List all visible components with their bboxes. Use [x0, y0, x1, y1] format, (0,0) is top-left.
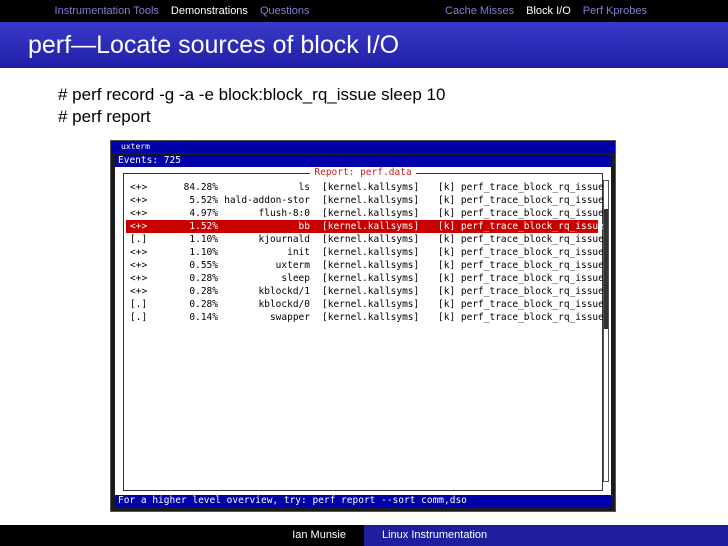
expand-toggle[interactable]: <+>: [130, 259, 147, 272]
overhead-percent: 1.10%: [189, 234, 218, 245]
report-title: Report: perf.data: [124, 167, 602, 179]
symbol-name: [k] perf_trace_block_rq_issue: [438, 208, 604, 219]
command-name: flush-8:0: [258, 208, 310, 219]
report-row[interactable]: <+> 4.97% flush-8:0 [kernel.kallsyms] [k] pe…: [126, 207, 604, 220]
symbol-name: [k] perf_trace_block_rq_issue: [438, 247, 604, 258]
shared-object: [kernel.kallsyms]: [322, 260, 420, 271]
shared-object: [kernel.kallsyms]: [322, 182, 420, 193]
shared-object: [kernel.kallsyms]: [322, 195, 420, 206]
expand-toggle[interactable]: <+>: [130, 272, 147, 285]
slide-title: perf—Locate sources of block I/O: [28, 31, 400, 59]
expand-toggle[interactable]: [.]: [130, 311, 147, 324]
overhead-percent: 0.55%: [189, 260, 218, 271]
expand-toggle[interactable]: <+>: [130, 246, 147, 259]
terminal-screen[interactable]: Events: 725 Report: perf.data <+> 84.28% l…: [115, 155, 611, 507]
expand-toggle[interactable]: <+>: [130, 220, 147, 233]
overhead-percent: 1.52%: [189, 221, 218, 232]
report-row-selected[interactable]: <+> 1.52% bb [kernel.kallsyms] [k] perf_trac…: [126, 220, 604, 233]
symbol-name: [k] perf_trace_block_rq_issue: [438, 260, 604, 271]
xterm-window-title: uxterm: [121, 142, 150, 151]
report-row[interactable]: <+> 84.28% ls [kernel.kallsyms] [k] perf_tra…: [126, 181, 604, 194]
shared-object: [kernel.kallsyms]: [322, 208, 420, 219]
report-row[interactable]: <+> 1.10% init [kernel.kallsyms] [k] perf_tr…: [126, 246, 604, 259]
report-row[interactable]: <+> 0.28% kblockd/1 [kernel.kallsyms] [k] pe…: [126, 285, 604, 298]
report-row[interactable]: <+> 5.52% hald-addon-stor [kernel.kallsyms]…: [126, 194, 604, 207]
report-row[interactable]: [.] 0.28% kblockd/0 [kernel.kallsyms] [k] pe…: [126, 298, 604, 311]
nav-subsection[interactable]: Cache Misses: [445, 5, 514, 17]
command-list: # perf record -g -a -e block:block_rq_is…: [58, 84, 445, 128]
symbol-name: [k] perf_trace_block_rq_issue: [438, 299, 604, 310]
command-line: # perf report: [58, 107, 151, 126]
expand-toggle[interactable]: [.]: [130, 233, 147, 246]
symbol-name: [k] perf_trace_block_rq_issue: [438, 286, 604, 297]
xterm-titlebar[interactable]: uxterm: [111, 141, 615, 153]
section-nav: Instrumentation Tools Demonstrations Que…: [0, 0, 364, 22]
subsection-nav: Cache Misses Block I/O Perf Kprobes: [364, 0, 728, 22]
report-row[interactable]: <+> 0.55% uxterm [kernel.kallsyms] [k] perf_…: [126, 259, 604, 272]
author-name: Ian Munsie: [292, 529, 346, 541]
shared-object: [kernel.kallsyms]: [322, 234, 420, 245]
command-name: kblockd/1: [258, 286, 310, 297]
expand-toggle[interactable]: <+>: [130, 207, 147, 220]
report-title-text: Report: perf.data: [310, 167, 416, 178]
overhead-percent: 0.28%: [189, 286, 218, 297]
symbol-name: [k] perf_trace_block_rq_issue: [438, 234, 604, 245]
footline-author-box: Ian Munsie: [0, 525, 364, 546]
report-row[interactable]: [.] 1.10% kjournald [kernel.kallsyms] [k] pe…: [126, 233, 604, 246]
frame-title-bar: perf—Locate sources of block I/O: [0, 22, 728, 68]
command-line: # perf record -g -a -e block:block_rq_is…: [58, 85, 446, 104]
hint-bar: For a higher level overview, try: perf r…: [115, 495, 611, 507]
report-row[interactable]: [.] 0.14% swapper [kernel.kallsyms] [k] perf…: [126, 311, 604, 324]
report-row[interactable]: <+> 0.28% sleep [kernel.kallsyms] [k] perf_t…: [126, 272, 604, 285]
overhead-percent: 0.14%: [189, 312, 218, 323]
command-name: init: [287, 247, 310, 258]
shared-object: [kernel.kallsyms]: [322, 312, 420, 323]
shared-object: [kernel.kallsyms]: [322, 221, 420, 232]
overhead-percent: 5.52%: [189, 195, 218, 206]
nav-subsection[interactable]: Perf Kprobes: [583, 5, 647, 17]
footline: Ian Munsie Linux Instrumentation: [0, 525, 728, 546]
command-name: bb: [298, 221, 310, 232]
scrollbar-thumb[interactable]: [604, 209, 608, 329]
command-name: kjournald: [258, 234, 310, 245]
command-name: kblockd/0: [258, 299, 310, 310]
symbol-name: [k] perf_trace_block_rq_issue: [438, 273, 604, 284]
expand-toggle[interactable]: [.]: [130, 298, 147, 311]
shared-object: [kernel.kallsyms]: [322, 273, 420, 284]
nav-subsection-active[interactable]: Block I/O: [526, 5, 571, 17]
events-count: Events: 725: [115, 155, 611, 167]
command-name: ls: [298, 182, 310, 193]
shared-object: [kernel.kallsyms]: [322, 299, 420, 310]
symbol-name: [k] perf_trace_block_rq_issue: [438, 221, 604, 232]
overhead-percent: 0.28%: [189, 273, 218, 284]
report-panel: Report: perf.data <+> 84.28% ls [kernel.kal…: [123, 167, 609, 491]
expand-toggle[interactable]: <+>: [130, 181, 147, 194]
nav-section-active[interactable]: Demonstrations: [171, 5, 248, 17]
symbol-name: [k] perf_trace_block_rq_issue: [438, 195, 604, 206]
shared-object: [kernel.kallsyms]: [322, 286, 420, 297]
symbol-name: [k] perf_trace_block_rq_issue: [438, 312, 604, 323]
footline-title-box: Linux Instrumentation: [364, 525, 728, 546]
command-name: uxterm: [275, 260, 310, 271]
scrollbar[interactable]: [603, 180, 609, 482]
overhead-percent: 0.28%: [189, 299, 218, 310]
expand-toggle[interactable]: <+>: [130, 194, 147, 207]
navigation-bar: Instrumentation Tools Demonstrations Que…: [0, 0, 728, 22]
talk-title: Linux Instrumentation: [382, 529, 488, 541]
overhead-percent: 4.97%: [189, 208, 218, 219]
overhead-percent: 1.10%: [189, 247, 218, 258]
command-name: hald-addon-stor: [224, 195, 310, 206]
overhead-percent: 84.28%: [183, 182, 218, 193]
symbol-name: [k] perf_trace_block_rq_issue: [438, 182, 604, 193]
command-name: swapper: [269, 312, 310, 323]
nav-section[interactable]: Questions: [260, 5, 310, 17]
command-name: sleep: [281, 273, 310, 284]
expand-toggle[interactable]: <+>: [130, 285, 147, 298]
shared-object: [kernel.kallsyms]: [322, 247, 420, 258]
report-rows: <+> 84.28% ls [kernel.kallsyms] [k] perf_tra…: [126, 181, 604, 324]
xterm-window: uxterm Events: 725 Report: perf.data <+>…: [110, 140, 616, 512]
nav-section[interactable]: Instrumentation Tools: [55, 5, 159, 17]
